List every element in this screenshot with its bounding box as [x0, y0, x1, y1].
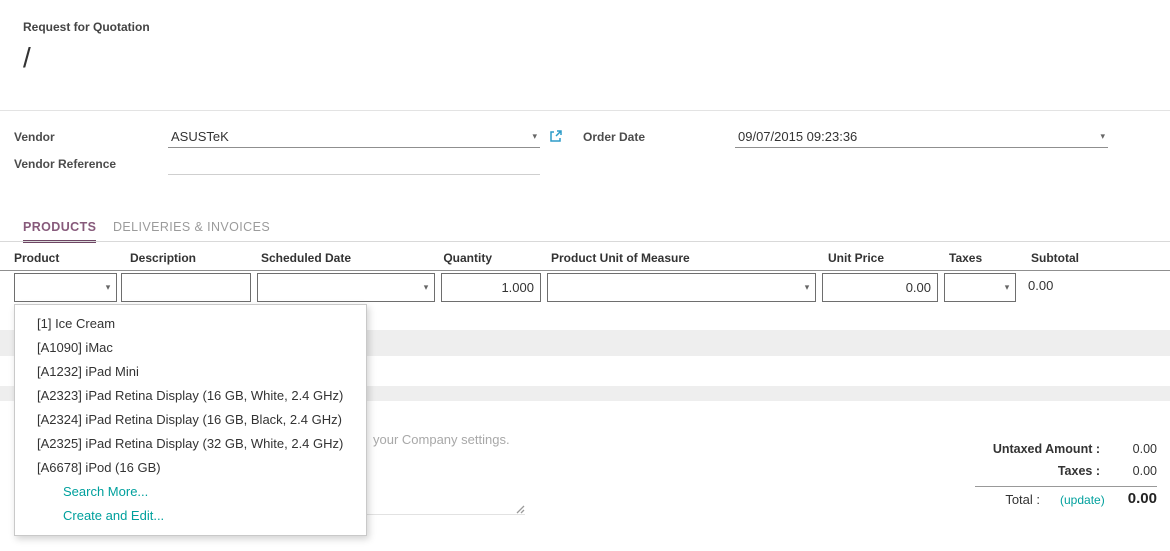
column-header-product: Product	[14, 251, 59, 265]
column-header-scheduled-date: Scheduled Date	[261, 251, 351, 265]
dropdown-item[interactable]: [A2323] iPad Retina Display (16 GB, Whit…	[15, 384, 366, 408]
description-cell[interactable]	[121, 273, 251, 302]
doc-type-label: Request for Quotation	[23, 20, 150, 34]
product-input[interactable]	[15, 274, 100, 301]
quantity-cell[interactable]	[441, 273, 541, 302]
chevron-down-icon[interactable]: ▾	[418, 283, 434, 292]
chevron-down-icon[interactable]: ▾	[799, 283, 815, 292]
scheduled-date-input[interactable]	[258, 274, 418, 301]
quantity-input[interactable]	[442, 274, 540, 301]
taxes-combobox[interactable]: ▾	[944, 273, 1016, 302]
vendor-reference-field[interactable]	[168, 153, 540, 175]
table-header-separator	[0, 270, 1170, 271]
total-label: Total :	[930, 492, 1040, 507]
vendor-value: ASUSTeK	[171, 129, 229, 144]
subtotal-value: 0.00	[1028, 278, 1053, 293]
tab-deliveries-invoices[interactable]: DELIVERIES & INVOICES	[113, 220, 270, 240]
product-dropdown: [1] Ice Cream [A1090] iMac [A1232] iPad …	[14, 304, 367, 536]
search-more-link[interactable]: Search More...	[15, 480, 366, 504]
column-header-quantity: Quantity	[400, 251, 492, 265]
dropdown-item[interactable]: [A2325] iPad Retina Display (32 GB, Whit…	[15, 432, 366, 456]
record-name: /	[23, 42, 31, 74]
untaxed-amount-value: 0.00	[1105, 442, 1157, 456]
uom-combobox[interactable]: ▾	[547, 273, 816, 302]
taxes-value: 0.00	[1105, 464, 1157, 478]
column-header-description: Description	[130, 251, 196, 265]
chevron-down-icon[interactable]: ▾	[100, 283, 116, 292]
header-separator	[0, 110, 1170, 111]
dropdown-item[interactable]: [A2324] iPad Retina Display (16 GB, Blac…	[15, 408, 366, 432]
chevron-down-icon[interactable]: ▾	[1100, 132, 1105, 141]
dropdown-item[interactable]: [A1090] iMac	[15, 336, 366, 360]
taxes-label: Taxes :	[930, 464, 1100, 478]
unit-price-input[interactable]	[823, 274, 937, 301]
request-for-quotation-form: Request for Quotation / Vendor ASUSTeK ▾…	[0, 0, 1170, 551]
vendor-field[interactable]: ASUSTeK ▾	[168, 126, 540, 148]
description-input[interactable]	[122, 274, 250, 301]
order-date-value: 09/07/2015 09:23:36	[738, 129, 857, 144]
unit-price-cell[interactable]	[822, 273, 938, 302]
taxes-input[interactable]	[945, 274, 999, 301]
column-header-uom: Product Unit of Measure	[551, 251, 690, 265]
uom-input[interactable]	[548, 274, 799, 301]
column-header-unit-price: Unit Price	[790, 251, 884, 265]
order-date-label: Order Date	[583, 130, 645, 144]
textarea-resize-handle[interactable]	[512, 501, 526, 515]
product-combobox[interactable]: ▾	[14, 273, 117, 302]
tabs-separator	[0, 241, 1170, 242]
dropdown-item[interactable]: [A1232] iPad Mini	[15, 360, 366, 384]
vendor-reference-label: Vendor Reference	[14, 157, 116, 171]
total-separator	[975, 486, 1157, 487]
chevron-down-icon[interactable]: ▾	[999, 283, 1015, 292]
dropdown-item[interactable]: [1] Ice Cream	[15, 312, 366, 336]
column-header-taxes: Taxes	[949, 251, 982, 265]
untaxed-amount-label: Untaxed Amount :	[930, 442, 1100, 456]
tab-products[interactable]: PRODUCTS	[23, 220, 96, 243]
notes-hint-text: your Company settings.	[373, 432, 510, 447]
scheduled-date-combobox[interactable]: ▾	[257, 273, 435, 302]
external-link-icon[interactable]	[549, 129, 563, 143]
order-date-field[interactable]: 09/07/2015 09:23:36 ▾	[735, 126, 1108, 148]
create-and-edit-link[interactable]: Create and Edit...	[15, 504, 366, 528]
dropdown-item[interactable]: [A6678] iPod (16 GB)	[15, 456, 366, 480]
column-header-subtotal: Subtotal	[1031, 251, 1079, 265]
vendor-label: Vendor	[14, 130, 55, 144]
total-value: 0.00	[1097, 490, 1157, 507]
chevron-down-icon[interactable]: ▾	[532, 132, 537, 141]
